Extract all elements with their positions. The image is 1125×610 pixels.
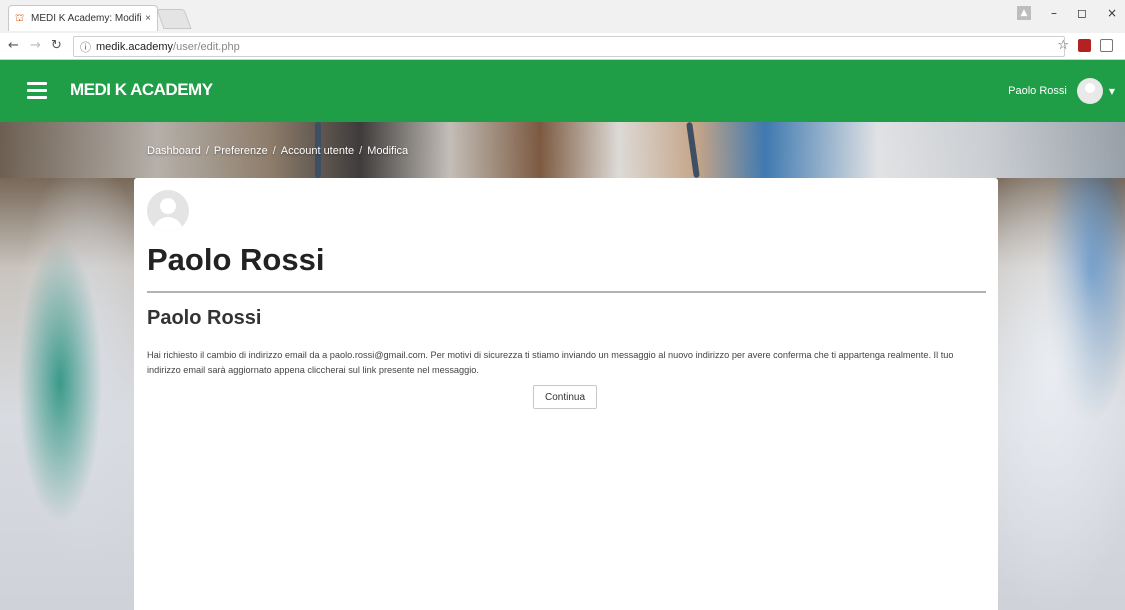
browser-tab-bar: ⛫ MEDI K Academy: Modifi × ▲ – ◻ × bbox=[0, 0, 1125, 33]
page-title: Paolo Rossi bbox=[147, 242, 325, 277]
title-divider bbox=[147, 291, 986, 293]
breadcrumb-preferenze[interactable]: Preferenze bbox=[214, 145, 268, 157]
extension-icon[interactable] bbox=[1100, 39, 1113, 52]
new-tab-button[interactable] bbox=[156, 9, 192, 29]
info-icon[interactable]: ⓘ bbox=[80, 39, 91, 55]
reload-icon[interactable]: ↻ bbox=[51, 38, 62, 53]
user-menu-name: Paolo Rossi bbox=[1008, 85, 1067, 97]
breadcrumb-separator: / bbox=[359, 145, 363, 157]
url-input[interactable]: ⓘ medik.academy/user/edit.php bbox=[73, 36, 1065, 57]
breadcrumb: Dashboard / Preferenze / Account utente … bbox=[147, 145, 408, 157]
brand-logo[interactable]: MEDI K ACADEMY bbox=[70, 80, 213, 100]
address-bar-row: ← → ↻ ⓘ medik.academy/user/edit.php ☆ bbox=[0, 33, 1125, 60]
profile-icon[interactable]: ▲ bbox=[1016, 6, 1031, 20]
tab-title: MEDI K Academy: Modifi bbox=[31, 13, 142, 24]
section-title: Paolo Rossi bbox=[147, 307, 262, 329]
user-menu[interactable]: Paolo Rossi ▼ bbox=[1008, 78, 1115, 104]
site-navbar: MEDI K ACADEMY Paolo Rossi ▼ bbox=[0, 60, 1125, 122]
continue-button[interactable]: Continua bbox=[533, 385, 597, 409]
profile-avatar-icon bbox=[147, 190, 189, 232]
breadcrumb-separator: / bbox=[205, 145, 209, 157]
main-content-card: Paolo Rossi Paolo Rossi Hai richiesto il… bbox=[134, 178, 998, 610]
star-icon[interactable]: ☆ bbox=[1057, 38, 1069, 53]
pdf-icon[interactable] bbox=[1078, 39, 1091, 52]
tab-close-icon[interactable]: × bbox=[145, 13, 151, 24]
favicon-icon: ⛫ bbox=[15, 12, 25, 24]
maximize-icon[interactable]: ◻ bbox=[1077, 6, 1087, 20]
window-controls: ▲ – ◻ × bbox=[1016, 6, 1117, 20]
url-path: /user/edit.php bbox=[173, 40, 240, 53]
breadcrumb-modifica[interactable]: Modifica bbox=[367, 145, 408, 157]
forward-icon[interactable]: → bbox=[30, 38, 41, 53]
browser-tab[interactable]: ⛫ MEDI K Academy: Modifi × bbox=[8, 5, 158, 31]
close-window-icon[interactable]: × bbox=[1107, 6, 1117, 20]
email-change-message: Hai richiesto il cambio di indirizzo ema… bbox=[147, 350, 954, 375]
hamburger-icon[interactable] bbox=[27, 82, 47, 99]
avatar-icon bbox=[1076, 78, 1103, 104]
caret-down-icon: ▼ bbox=[1108, 86, 1115, 96]
minimize-icon[interactable]: – bbox=[1051, 6, 1057, 20]
breadcrumb-account-utente[interactable]: Account utente bbox=[281, 145, 354, 157]
back-icon[interactable]: ← bbox=[8, 38, 19, 53]
breadcrumb-dashboard[interactable]: Dashboard bbox=[147, 145, 201, 157]
browser-actions: ☆ bbox=[1057, 38, 1113, 53]
url-host: medik.academy bbox=[96, 40, 174, 53]
breadcrumb-separator: / bbox=[272, 145, 276, 157]
